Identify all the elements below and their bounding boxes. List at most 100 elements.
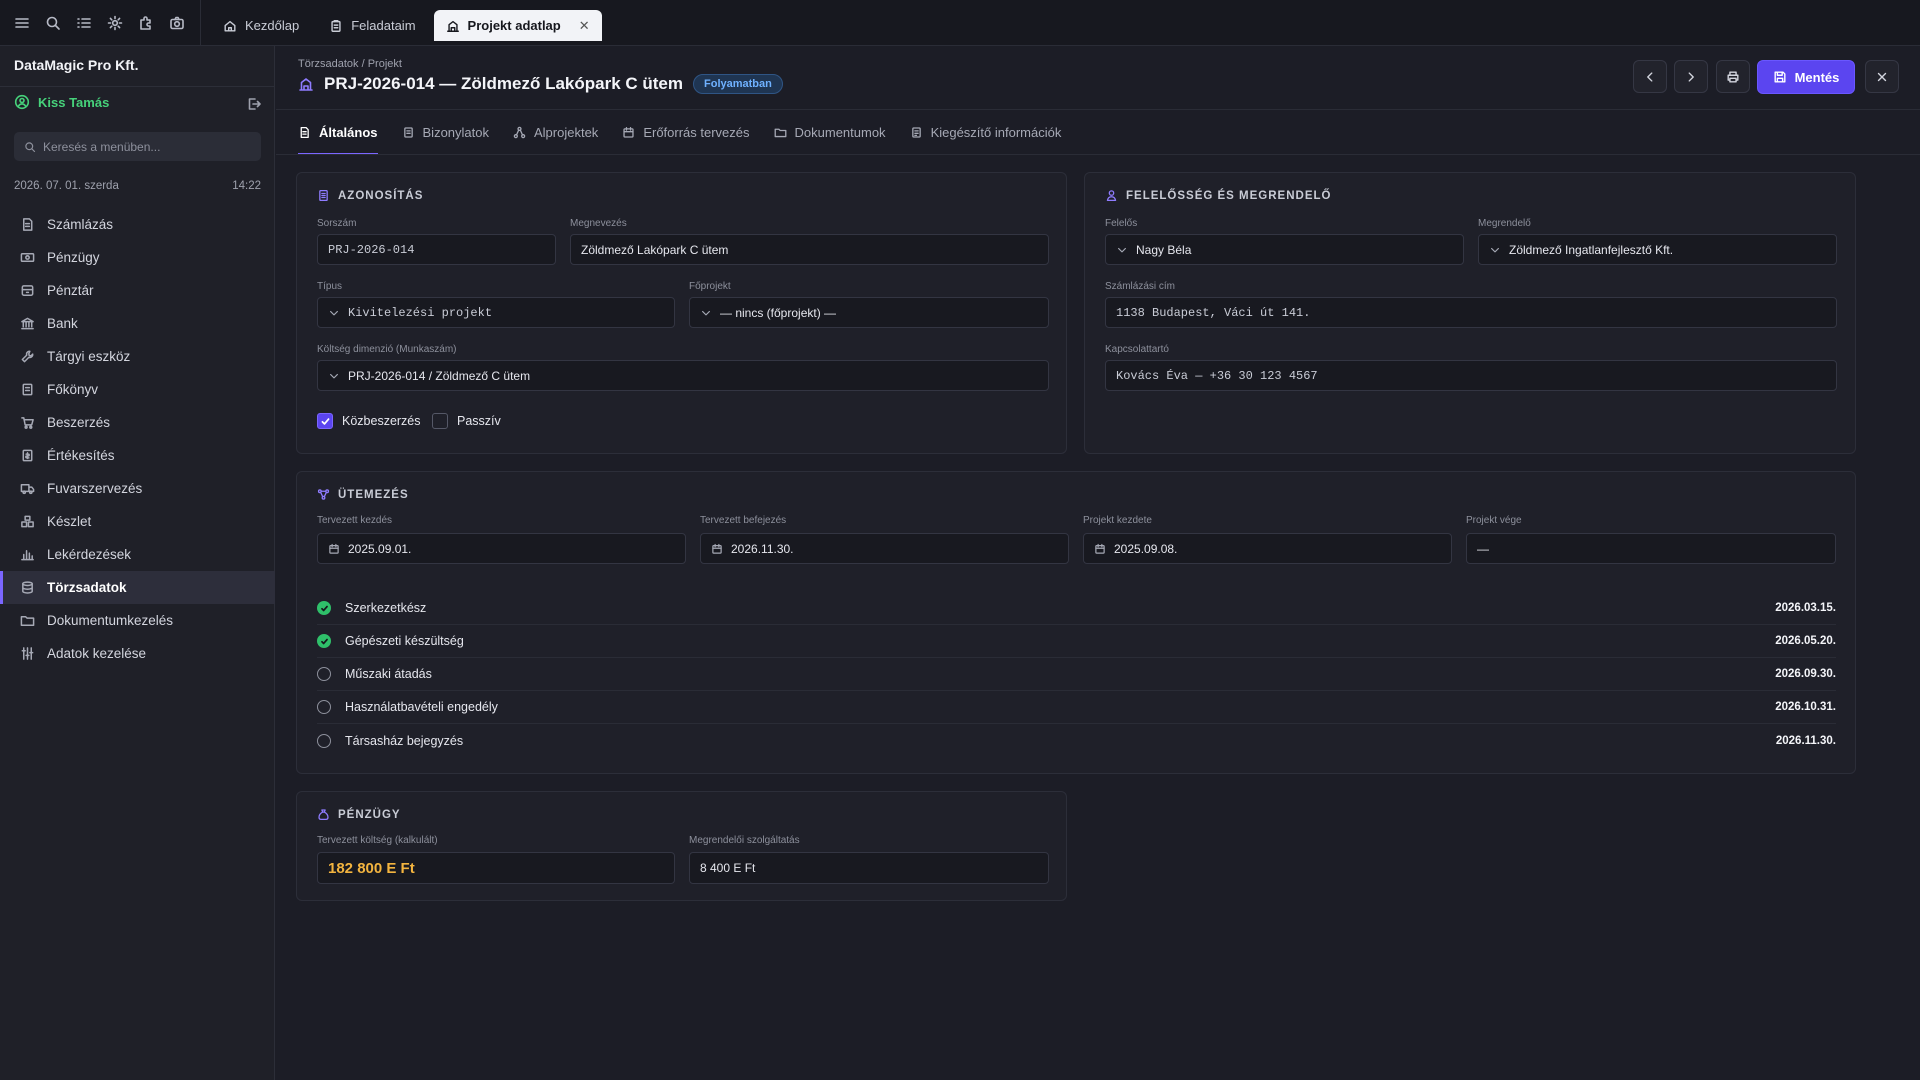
sales-icon	[20, 448, 35, 463]
checkbox-checked[interactable]	[317, 413, 333, 429]
sidebar-item-label: Pénztár	[47, 283, 94, 298]
serial-field[interactable]: PRJ-2026-014	[317, 234, 556, 265]
passive-checkbox[interactable]: Passzív	[432, 413, 501, 429]
company-name: DataMagic Pro Kft.	[14, 57, 139, 73]
parent-select[interactable]: — nincs (főprojekt) —	[689, 297, 1049, 328]
project-start-field[interactable]: 2025.09.08.	[1083, 533, 1452, 564]
milestone-row: Társasház bejegyzés 2026.11.30.	[317, 724, 1836, 757]
save-button[interactable]: Mentés	[1757, 60, 1855, 94]
search-icon	[24, 141, 36, 153]
type-select[interactable]: Kivitelezési projekt	[317, 297, 675, 328]
checkbox-unchecked[interactable]	[432, 413, 448, 429]
sidebar-item-bank[interactable]: Bank	[0, 307, 275, 340]
tab-resource-planning[interactable]: Erőforrás tervezés	[622, 110, 750, 154]
camera-icon[interactable]	[169, 15, 185, 31]
owner-select[interactable]: Nagy Béla	[1105, 234, 1464, 265]
planned-cost-field[interactable]: 182 800 E Ft	[317, 852, 675, 884]
tab-label: Bizonylatok	[422, 124, 489, 140]
planned-end-value: 2026.11.30.	[731, 541, 794, 556]
milestone-row: Műszaki átadás 2026.09.30.	[317, 658, 1836, 691]
clipboard-icon	[329, 19, 343, 33]
planned-start-field[interactable]: 2025.09.01.	[317, 533, 686, 564]
cost-dimension-select[interactable]: PRJ-2026-014 / Zöldmező C ütem	[317, 360, 1049, 391]
search-icon[interactable]	[45, 15, 61, 31]
sidebar-item-label: Készlet	[47, 514, 92, 529]
save-label: Mentés	[1794, 69, 1840, 85]
sidebar-item-ledger[interactable]: Főkönyv	[0, 373, 275, 406]
puzzle-icon[interactable]	[138, 15, 154, 31]
cost-dimension-label: Költség dimenzió (Munkaszám)	[317, 344, 457, 355]
hierarchy-icon	[513, 126, 526, 139]
project-start-label: Projekt kezdete	[1083, 515, 1152, 526]
page-header: PRJ-2026-014 — Zöldmező Lakópark C ütem …	[298, 74, 783, 94]
billing-address-label: Számlázási cím	[1105, 281, 1176, 292]
sidebar-item-sales[interactable]: Értékesítés	[0, 439, 275, 472]
money-icon	[20, 250, 35, 265]
sidebar-item-transport[interactable]: Fuvarszervezés	[0, 472, 275, 505]
tab-tasks[interactable]: Feladataim	[317, 10, 427, 41]
public-procurement-checkbox[interactable]: Közbeszerzés	[317, 413, 421, 429]
sidebar-item-invoicing[interactable]: Számlázás	[0, 208, 275, 241]
document-icon	[298, 126, 311, 139]
print-button[interactable]	[1716, 60, 1750, 93]
tab-home[interactable]: Kezdőlap	[211, 10, 311, 41]
menu-search[interactable]	[14, 132, 261, 161]
tab-general[interactable]: Általános	[298, 110, 378, 155]
close-tab-icon[interactable]: ✕	[579, 18, 590, 34]
planned-end-field[interactable]: 2026.11.30.	[700, 533, 1069, 564]
sidebar-item-stock[interactable]: Készlet	[0, 505, 275, 538]
client-select[interactable]: Zöldmező Ingatlanfejlesztő Kft.	[1478, 234, 1837, 265]
current-user[interactable]: Kiss Tamás	[14, 94, 109, 110]
client-service-label: Megrendelői szolgáltatás	[689, 835, 800, 846]
menu-icon[interactable]	[14, 15, 30, 31]
contact-field[interactable]: Kovács Éva — +36 30 123 4567	[1105, 360, 1837, 391]
user-icon	[14, 94, 30, 110]
next-button[interactable]	[1674, 60, 1708, 93]
sidebar-item-reports[interactable]: Lekérdezések	[0, 538, 275, 571]
user-name: Kiss Tamás	[38, 94, 110, 110]
sidebar-item-label: Bank	[47, 316, 78, 331]
tab-subprojects[interactable]: Alprojektek	[513, 110, 598, 154]
close-button[interactable]	[1865, 60, 1899, 93]
sidebar-item-label: Beszerzés	[47, 415, 111, 430]
info-document-icon	[910, 126, 923, 139]
name-field[interactable]: Zöldmező Lakópark C ütem	[570, 234, 1049, 265]
owner-label: Felelős	[1105, 218, 1138, 229]
folder-icon	[774, 126, 787, 139]
milestone-name: Használatbavételi engedély	[345, 700, 498, 714]
project-end-value: —	[1477, 541, 1489, 556]
tab-documents-records[interactable]: Bizonylatok	[402, 110, 489, 154]
sidebar-item-finance[interactable]: Pénzügy	[0, 241, 275, 274]
parent-label: Főprojekt	[689, 281, 731, 292]
sidebar-item-master-data[interactable]: Törzsadatok	[0, 571, 275, 604]
check-circle-icon	[317, 601, 331, 615]
billing-address-field[interactable]: 1138 Budapest, Váci út 141.	[1105, 297, 1837, 328]
client-service-field[interactable]: 8 400 E Ft	[689, 852, 1049, 884]
tab-label: Feladataim	[351, 18, 416, 33]
planned-start-value: 2025.09.01.	[348, 541, 412, 556]
milestone-name: Műszaki átadás	[345, 667, 432, 681]
home-icon	[223, 19, 237, 33]
tab-project-sheet[interactable]: Projekt adatlap ✕	[433, 10, 602, 41]
tab-attachments[interactable]: Dokumentumok	[774, 110, 886, 154]
sidebar: DataMagic Pro Kft. Kiss Tamás 2026. 07. …	[0, 46, 275, 1080]
project-end-field[interactable]: —	[1466, 533, 1836, 564]
list-icon[interactable]	[76, 15, 92, 31]
previous-button[interactable]	[1633, 60, 1667, 93]
gear-icon[interactable]	[107, 15, 123, 31]
name-value: Zöldmező Lakópark C ütem	[581, 242, 729, 257]
card-title: ÜTEMEZÉS	[317, 488, 409, 501]
sidebar-item-cashbox[interactable]: Pénztár	[0, 274, 275, 307]
sidebar-item-label: Pénzügy	[47, 250, 100, 265]
logout-icon[interactable]	[246, 96, 262, 112]
tab-additional-info[interactable]: Kiegészítő információk	[910, 110, 1061, 154]
sidebar-item-purchasing[interactable]: Beszerzés	[0, 406, 275, 439]
folder-icon	[20, 613, 35, 628]
sidebar-item-data-management[interactable]: Adatok kezelése	[0, 637, 275, 670]
milestone-row: Használatbavételi engedély 2026.10.31.	[317, 691, 1836, 724]
sidebar-item-assets[interactable]: Tárgyi eszköz	[0, 340, 275, 373]
empty-circle-icon	[317, 733, 331, 748]
menu-search-input[interactable]	[43, 139, 243, 154]
calendar-icon	[1094, 543, 1106, 555]
sidebar-item-documents[interactable]: Dokumentumkezelés	[0, 604, 275, 637]
